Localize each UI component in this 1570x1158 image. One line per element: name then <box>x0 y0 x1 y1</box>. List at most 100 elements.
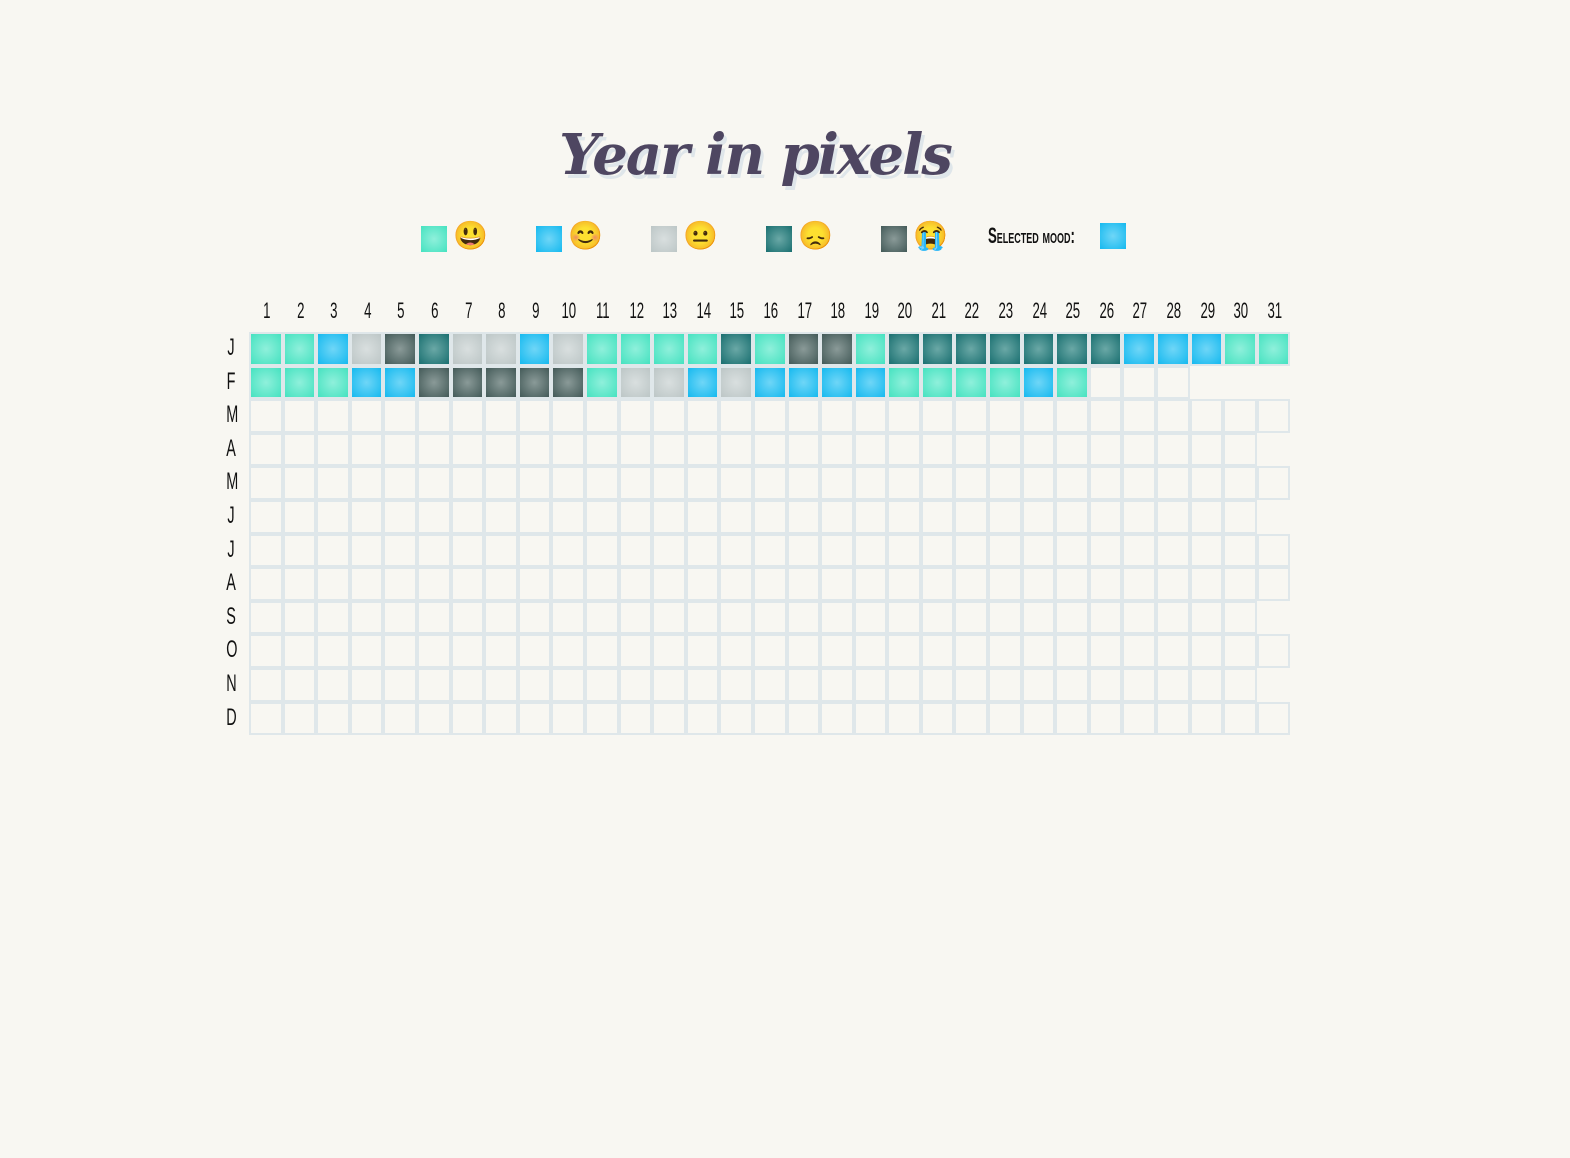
day-cell[interactable] <box>1122 567 1157 601</box>
day-cell[interactable] <box>752 600 787 635</box>
day-cell[interactable] <box>920 667 955 702</box>
day-cell[interactable] <box>920 499 955 534</box>
day-cell[interactable] <box>383 499 417 534</box>
day-cell[interactable] <box>249 499 283 534</box>
day-cell[interactable] <box>1021 432 1056 467</box>
day-cell[interactable] <box>719 533 753 568</box>
day-cell[interactable] <box>1156 432 1190 467</box>
day-cell[interactable] <box>820 533 854 568</box>
day-cell[interactable] <box>316 365 350 400</box>
day-cell[interactable] <box>383 701 417 736</box>
day-cell[interactable] <box>820 634 854 668</box>
day-cell[interactable] <box>1156 667 1190 702</box>
day-cell[interactable] <box>1122 466 1157 500</box>
day-cell[interactable] <box>349 432 384 467</box>
day-cell[interactable] <box>1156 499 1190 534</box>
day-cell[interactable] <box>853 432 888 467</box>
day-cell[interactable] <box>450 600 485 635</box>
day-cell[interactable] <box>551 634 585 668</box>
day-cell[interactable] <box>1156 399 1190 433</box>
day-cell[interactable] <box>685 365 720 400</box>
day-cell[interactable] <box>1189 332 1224 366</box>
day-cell[interactable] <box>1055 600 1089 635</box>
day-cell[interactable] <box>1256 466 1291 500</box>
day-cell[interactable] <box>652 432 686 467</box>
day-cell[interactable] <box>853 499 888 534</box>
day-cell[interactable] <box>786 567 821 601</box>
day-cell[interactable] <box>786 365 821 400</box>
day-cell[interactable] <box>349 567 384 601</box>
day-cell[interactable] <box>820 600 854 635</box>
day-cell[interactable] <box>786 399 821 433</box>
day-cell[interactable] <box>920 399 955 433</box>
day-cell[interactable] <box>416 365 451 400</box>
day-cell[interactable] <box>383 365 417 400</box>
day-cell[interactable] <box>349 667 384 702</box>
day-cell[interactable] <box>685 667 720 702</box>
day-cell[interactable] <box>249 701 283 736</box>
day-cell[interactable] <box>249 600 283 635</box>
day-cell[interactable] <box>954 600 989 635</box>
day-cell[interactable] <box>1021 701 1056 736</box>
day-cell[interactable] <box>853 399 888 433</box>
day-cell[interactable] <box>551 399 585 433</box>
day-cell[interactable] <box>1021 499 1056 534</box>
day-cell[interactable] <box>1088 701 1123 736</box>
day-cell[interactable] <box>383 432 417 467</box>
day-cell[interactable] <box>249 567 283 601</box>
day-cell[interactable] <box>1156 701 1190 736</box>
day-cell[interactable] <box>1223 567 1257 601</box>
day-cell[interactable] <box>988 634 1022 668</box>
day-cell[interactable] <box>618 466 653 500</box>
day-cell[interactable] <box>282 533 317 568</box>
day-cell[interactable] <box>685 701 720 736</box>
day-cell[interactable] <box>618 499 653 534</box>
day-cell[interactable] <box>887 432 921 467</box>
day-cell[interactable] <box>1055 533 1089 568</box>
day-cell[interactable] <box>1021 533 1056 568</box>
day-cell[interactable] <box>1021 332 1056 366</box>
day-cell[interactable] <box>316 432 350 467</box>
mood-option-3[interactable]: 😐 <box>651 220 766 252</box>
day-cell[interactable] <box>249 365 283 400</box>
day-cell[interactable] <box>282 667 317 702</box>
day-cell[interactable] <box>416 600 451 635</box>
day-cell[interactable] <box>920 600 955 635</box>
day-cell[interactable] <box>752 533 787 568</box>
day-cell[interactable] <box>719 432 753 467</box>
day-cell[interactable] <box>752 701 787 736</box>
day-cell[interactable] <box>416 701 451 736</box>
day-cell[interactable] <box>551 533 585 568</box>
day-cell[interactable] <box>1088 499 1123 534</box>
day-cell[interactable] <box>416 399 451 433</box>
day-cell[interactable] <box>920 365 955 400</box>
day-cell[interactable] <box>349 399 384 433</box>
day-cell[interactable] <box>1088 667 1123 702</box>
day-cell[interactable] <box>584 466 619 500</box>
day-cell[interactable] <box>416 634 451 668</box>
day-cell[interactable] <box>786 533 821 568</box>
day-cell[interactable] <box>820 499 854 534</box>
day-cell[interactable] <box>1055 567 1089 601</box>
day-cell[interactable] <box>249 432 283 467</box>
day-cell[interactable] <box>517 499 552 534</box>
day-cell[interactable] <box>988 432 1022 467</box>
day-cell[interactable] <box>652 499 686 534</box>
day-cell[interactable] <box>551 365 585 400</box>
day-cell[interactable] <box>517 533 552 568</box>
day-cell[interactable] <box>954 466 989 500</box>
day-cell[interactable] <box>820 567 854 601</box>
mood-swatch[interactable] <box>421 226 447 252</box>
day-cell[interactable] <box>618 667 653 702</box>
day-cell[interactable] <box>685 600 720 635</box>
day-cell[interactable] <box>920 701 955 736</box>
day-cell[interactable] <box>349 634 384 668</box>
day-cell[interactable] <box>517 365 552 400</box>
day-cell[interactable] <box>584 365 619 400</box>
day-cell[interactable] <box>1223 466 1257 500</box>
day-cell[interactable] <box>1122 533 1157 568</box>
day-cell[interactable] <box>282 365 317 400</box>
day-cell[interactable] <box>584 701 619 736</box>
day-cell[interactable] <box>652 365 686 400</box>
day-cell[interactable] <box>820 432 854 467</box>
